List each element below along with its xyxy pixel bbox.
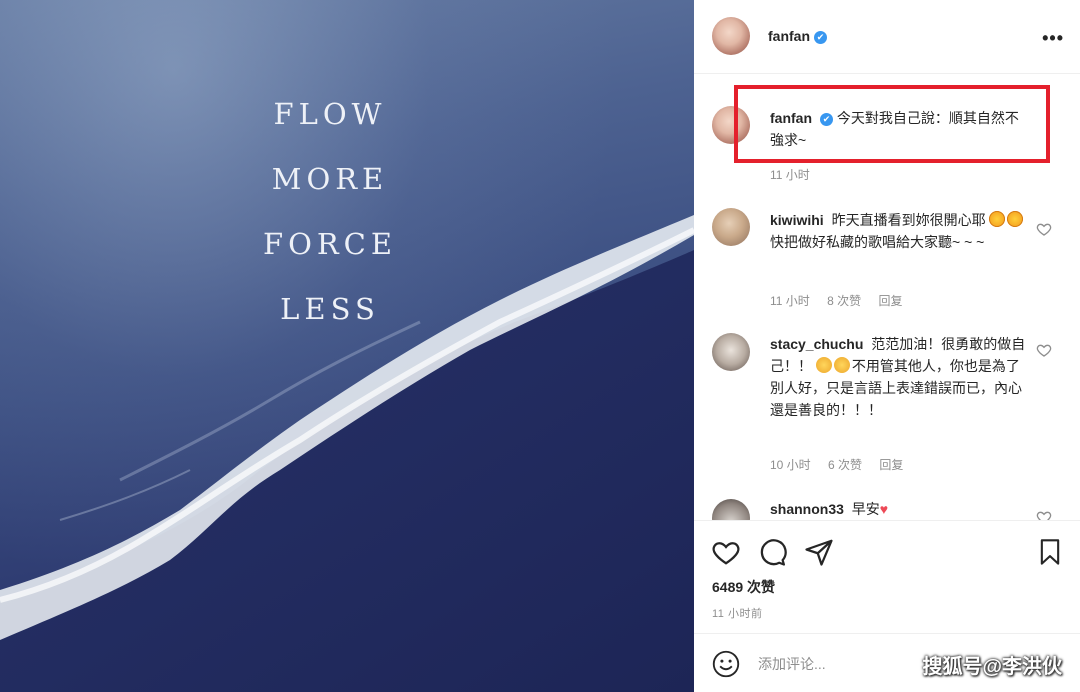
comment-time[interactable]: 11 小时 xyxy=(770,294,810,308)
comment-likes[interactable]: 8 次赞 xyxy=(827,294,861,308)
commenter-avatar[interactable] xyxy=(712,499,750,520)
comment-body-end: 快把做好私藏的歌唱給大家聽~ ~ ~ xyxy=(770,234,985,250)
post-time[interactable]: 11 小时前 xyxy=(712,605,762,621)
like-heart-icon[interactable] xyxy=(711,537,741,567)
red-heart-emoji-icon: ♥ xyxy=(879,501,889,517)
share-paper-plane-icon[interactable] xyxy=(804,537,834,567)
author-username-text[interactable]: fanfan xyxy=(768,28,810,44)
comment-meta: 11 小时 8 次赞 回复 xyxy=(770,292,917,309)
emoji-picker-icon[interactable] xyxy=(712,650,740,678)
comment-like-heart-icon[interactable] xyxy=(1036,509,1052,520)
quote-line: FLOW xyxy=(273,97,387,131)
comment-item: kiwiwihi 昨天直播看到妳很開心耶 快把做好私藏的歌唱給大家聽~ ~ ~ … xyxy=(694,203,1080,313)
comment-input[interactable] xyxy=(758,652,908,676)
clapping-hands-emoji-icon xyxy=(815,357,832,373)
star-struck-emoji-icon xyxy=(1007,211,1024,227)
comment-body-start: 昨天直播看到妳很開心耶 xyxy=(831,212,986,228)
comment-like-heart-icon[interactable] xyxy=(1036,342,1052,358)
commenter-avatar[interactable] xyxy=(712,208,750,246)
quote-line: LESS xyxy=(280,292,380,326)
save-bookmark-icon[interactable] xyxy=(1036,537,1064,567)
comment-time[interactable]: 10 小时 xyxy=(770,458,811,472)
post-actions: 6489 次赞 11 小时前 搜狐号@李洪伙 xyxy=(694,520,1080,692)
comment-username[interactable]: shannon33 xyxy=(770,501,844,517)
highlight-box xyxy=(734,85,1050,163)
clapping-hands-emoji-icon xyxy=(833,357,850,373)
comment-body-start: 早安 xyxy=(851,501,880,517)
comment-text: kiwiwihi 昨天直播看到妳很開心耶 快把做好私藏的歌唱給大家聽~ ~ ~ xyxy=(770,209,1030,253)
commenter-avatar[interactable] xyxy=(712,333,750,371)
quote-line: MORE xyxy=(271,162,389,196)
author-username[interactable]: fanfan ✔ xyxy=(768,28,827,44)
comment-text: shannon33 早安♥ xyxy=(770,498,1030,520)
verified-badge-icon: ✔ xyxy=(814,31,827,44)
star-struck-emoji-icon xyxy=(989,211,1006,227)
add-comment-bar: 搜狐号@李洪伙 xyxy=(694,633,1080,692)
more-options-icon[interactable]: ••• xyxy=(1042,28,1064,49)
quote-line: FORCE xyxy=(262,227,398,261)
caption-meta: 11 小时 xyxy=(770,166,824,183)
comment-bubble-icon[interactable] xyxy=(757,537,787,567)
comment-reply-button[interactable]: 回复 xyxy=(879,294,903,308)
quote-text: FLOW MORE FORCE LESS xyxy=(225,82,435,342)
comment-like-heart-icon[interactable] xyxy=(1036,221,1052,237)
post-header: fanfan ✔ ••• xyxy=(694,0,1080,74)
comment-username[interactable]: kiwiwihi xyxy=(770,212,824,228)
comment-username[interactable]: stacy_chuchu xyxy=(770,336,863,352)
comment-reply-button[interactable]: 回复 xyxy=(879,458,903,472)
comment-item: stacy_chuchu 范范加油！很勇敢的做自己！！ 不用管其他人，你也是為了… xyxy=(694,329,1080,479)
comment-text: stacy_chuchu 范范加油！很勇敢的做自己！！ 不用管其他人，你也是為了… xyxy=(770,333,1030,421)
post-image[interactable]: FLOW MORE FORCE LESS xyxy=(0,0,694,692)
caption-item: fanfan ✔ 今天對我自己說：順其自然不強求~ 11 小时 xyxy=(694,75,1080,187)
comment-likes[interactable]: 6 次赞 xyxy=(828,458,862,472)
comment-meta: 10 小时 6 次赞 回复 xyxy=(770,456,917,473)
comment-item: shannon33 早安♥ xyxy=(694,495,1080,520)
author-avatar[interactable] xyxy=(712,17,750,55)
comments-list[interactable]: fanfan ✔ 今天對我自己說：順其自然不強求~ 11 小时 kiwiwihi … xyxy=(694,75,1080,520)
watermark-text: 搜狐号@李洪伙 xyxy=(922,656,1062,678)
post-sidebar: fanfan ✔ ••• fanfan ✔ 今天對我自己說：順其自然不強求~ 11 … xyxy=(694,0,1080,692)
like-count[interactable]: 6489 次赞 xyxy=(712,577,775,597)
caption-time[interactable]: 11 小时 xyxy=(770,168,810,182)
